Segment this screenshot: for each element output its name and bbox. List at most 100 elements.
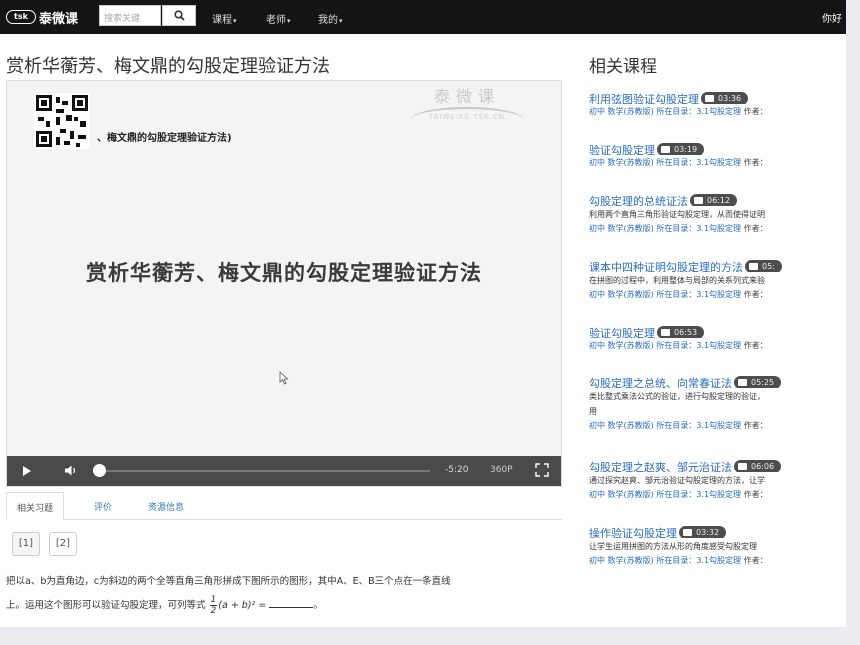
meta-author: 作者：	[743, 421, 768, 430]
related-course-desc: 在拼图的过程中，利用整体与局部的关系列式来验	[589, 276, 765, 285]
meta-subject: 初中 数学(苏教版) 所在目录：	[589, 556, 697, 565]
meta-catalog[interactable]: 3.1勾股定理	[696, 490, 741, 499]
nav-courses[interactable]: 课程▾	[212, 11, 237, 26]
progress-track[interactable]	[100, 470, 430, 472]
related-course-item[interactable]: 勾股定理之赵爽、邹元治证法 06:06 通过探究赵爽、邹元治验证勾股定理的方法，让学…	[589, 456, 846, 501]
qr-code-icon	[34, 93, 90, 149]
tab-related-exercises[interactable]: 相关习题	[6, 492, 65, 520]
question-line-2-prefix: 上。运用这个图形可以验证勾股定理，可列等式	[6, 600, 206, 611]
duration-badge: 05:	[745, 260, 782, 272]
meta-catalog[interactable]: 3.1勾股定理	[696, 556, 741, 565]
duration-text: 03:19	[674, 145, 698, 154]
related-course-head: 验证勾股定理 06:53	[589, 322, 846, 338]
video-frame[interactable]: 、梅文鼎的勾股定理验证方法) 泰微课 TAIWEIKE.TSK.CN 赏析华蘅芳…	[7, 81, 561, 456]
related-course-head: 课本中四种证明勾股定理的方法 05:	[589, 256, 846, 272]
question-button-1[interactable]: [1]	[12, 532, 40, 556]
duration-text: 06:12	[707, 196, 731, 205]
chevron-down-icon: ▾	[339, 17, 343, 25]
meta-catalog[interactable]: 3.1勾股定理	[696, 224, 741, 233]
fullscreen-icon[interactable]	[535, 463, 549, 477]
related-course-item[interactable]: 验证勾股定理 03:19 初中 数学(苏教版) 所在目录：3.1勾股定理 作者：	[589, 139, 846, 169]
tab-reviews[interactable]: 评价	[84, 492, 122, 520]
related-course-meta: 初中 数学(苏教版) 所在目录：3.1勾股定理 作者：	[589, 222, 846, 235]
nav-courses-label: 课程	[212, 15, 232, 26]
question-line-2-suffix: 。	[313, 600, 323, 611]
logo-badge: tsk	[6, 10, 36, 24]
related-course-link[interactable]: 勾股定理之总统、向常春证法	[589, 377, 732, 388]
chevron-down-icon: ▾	[287, 17, 291, 25]
question-buttons: [1] [2]	[12, 532, 77, 556]
duration-badge: 03:32	[679, 526, 727, 538]
related-course-link[interactable]: 勾股定理之赵爽、邹元治证法	[589, 461, 732, 472]
quality-selector[interactable]: 360P	[490, 465, 513, 475]
meta-author: 作者：	[743, 290, 768, 299]
answer-blank	[269, 598, 314, 608]
duration-badge: 03:19	[657, 143, 705, 155]
meta-catalog[interactable]: 3.1勾股定理	[696, 107, 741, 116]
duration-badge: 06:53	[657, 326, 705, 338]
meta-catalog[interactable]: 3.1勾股定理	[696, 341, 741, 350]
meta-catalog[interactable]: 3.1勾股定理	[696, 421, 741, 430]
player-controls: -5:20 360P	[7, 456, 561, 486]
video-player[interactable]: 、梅文鼎的勾股定理验证方法) 泰微课 TAIWEIKE.TSK.CN 赏析华蘅芳…	[6, 80, 562, 487]
duration-text: 05:	[762, 262, 775, 271]
meta-catalog[interactable]: 3.1勾股定理	[696, 158, 741, 167]
volume-icon[interactable]	[65, 465, 77, 476]
search-input[interactable]: 搜索关键	[99, 5, 161, 26]
progress-knob[interactable]	[93, 464, 106, 477]
related-course-link[interactable]: 利用弦图验证勾股定理	[589, 93, 699, 104]
duration-text: 06:53	[674, 328, 698, 337]
related-course-link[interactable]: 验证勾股定理	[589, 144, 655, 155]
related-course-head: 利用弦图验证勾股定理 03:36	[589, 88, 846, 104]
search-icon	[173, 10, 185, 21]
play-icon[interactable]	[23, 466, 31, 476]
tab-resource-info[interactable]: 资源信息	[138, 492, 194, 520]
question-text: 把以a、b为直角边，c为斜边的两个全等直角三角形拼成下图所示的图形，其中A、E、…	[6, 570, 566, 618]
user-greeting[interactable]: 你好	[822, 10, 842, 25]
duration-badge: 05:25	[734, 376, 782, 388]
meta-author: 作者：	[743, 490, 768, 499]
related-course-desc: 类比整式乘法公式的验证，进行勾股定理的验证，	[589, 392, 765, 401]
related-course-item[interactable]: 验证勾股定理 06:53 初中 数学(苏教版) 所在目录：3.1勾股定理 作者：	[589, 322, 846, 352]
related-course-head: 操作验证勾股定理 03:32	[589, 522, 846, 538]
meta-author: 作者：	[743, 224, 768, 233]
related-course-meta: 初中 数学(苏教版) 所在目录：3.1勾股定理 作者：	[589, 554, 846, 567]
related-course-item[interactable]: 勾股定理的总统证法 06:12 利用两个直角三角形验证勾股定理，从而使得证明 初中 数…	[589, 190, 846, 235]
top-navbar: tsk 泰微课 搜索关键 课程▾ 老师▾ 我的▾ 你好	[0, 0, 846, 34]
chevron-down-icon: ▾	[233, 17, 237, 25]
video-icon	[694, 197, 703, 204]
related-course-link[interactable]: 操作验证勾股定理	[589, 527, 677, 538]
meta-author: 作者：	[743, 107, 768, 116]
video-icon	[683, 529, 692, 536]
related-course-head: 勾股定理之赵爽、邹元治证法 06:06	[589, 456, 846, 472]
meta-subject: 初中 数学(苏教版) 所在目录：	[589, 224, 697, 233]
question-button-2[interactable]: [2]	[49, 532, 77, 556]
related-course-item[interactable]: 课本中四种证明勾股定理的方法 05: 在拼图的过程中，利用整体与局部的关系列式来验初…	[589, 256, 846, 301]
video-title: 赏析华蘅芳、梅文鼎的勾股定理验证方法	[86, 261, 482, 285]
search-button[interactable]	[162, 5, 196, 26]
meta-subject: 初中 数学(苏教版) 所在目录：	[589, 490, 697, 499]
nav-teachers[interactable]: 老师▾	[266, 11, 291, 26]
duration-text: 03:32	[696, 528, 720, 537]
related-course-link[interactable]: 验证勾股定理	[589, 327, 655, 338]
video-icon	[661, 329, 670, 336]
meta-subject: 初中 数学(苏教版) 所在目录：	[589, 421, 697, 430]
related-course-item[interactable]: 勾股定理之总统、向常春证法 05:25 类比整式乘法公式的验证，进行勾股定理的验证，…	[589, 372, 846, 432]
duration-badge: 06:12	[690, 194, 738, 206]
related-course-link[interactable]: 课本中四种证明勾股定理的方法	[589, 261, 743, 272]
related-course-item[interactable]: 利用弦图验证勾股定理 03:36 初中 数学(苏教版) 所在目录：3.1勾股定理 作…	[589, 88, 846, 118]
watermark-logo: 泰微课 TAIWEIKE.TSK.CN	[402, 83, 532, 133]
expression: (a + b)² =	[218, 600, 267, 611]
related-course-link[interactable]: 勾股定理的总统证法	[589, 195, 688, 206]
meta-catalog[interactable]: 3.1勾股定理	[696, 290, 741, 299]
question-line-1: 把以a、b为直角边，c为斜边的两个全等直角三角形拼成下图所示的图形，其中A、E、…	[6, 576, 451, 587]
related-course-meta: 初中 数学(苏教版) 所在目录：3.1勾股定理 作者：	[589, 419, 846, 432]
nav-mine-label: 我的	[318, 15, 338, 26]
site-logo[interactable]: tsk 泰微课	[6, 9, 79, 27]
video-icon	[738, 379, 747, 386]
main-panel: 赏析华蘅芳、梅文鼎的勾股定理验证方法 、梅文鼎的勾股定理验证方法) 泰微课 TA…	[0, 34, 846, 627]
mouse-cursor-icon	[279, 371, 289, 385]
logo-text: 泰微课	[39, 11, 79, 27]
related-course-item[interactable]: 操作验证勾股定理 03:32 让学生运用拼图的方法从形的角度感受勾股定理 初中 数学(…	[589, 522, 846, 567]
nav-mine[interactable]: 我的▾	[318, 11, 343, 26]
